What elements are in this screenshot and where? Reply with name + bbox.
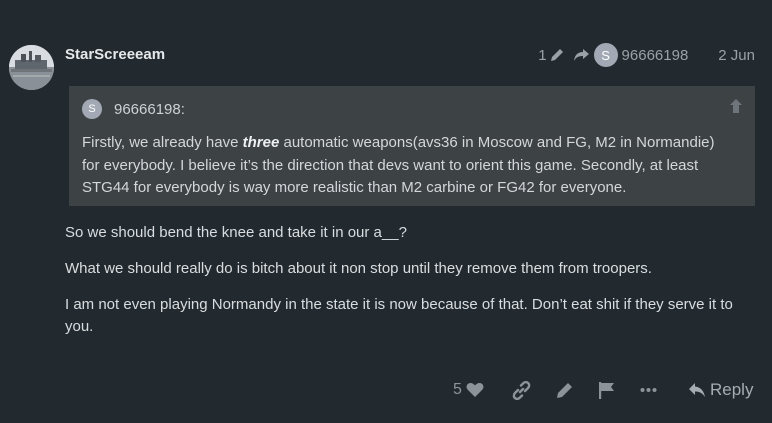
pencil-icon bbox=[555, 381, 574, 400]
reply-label: Reply bbox=[710, 380, 754, 399]
link-icon bbox=[512, 380, 531, 400]
post-paragraph: I am not even playing Normandy in the st… bbox=[65, 296, 733, 335]
quote-text: Firstly, we already have three automatic… bbox=[82, 132, 733, 200]
quote-text-start: Firstly, we already have bbox=[82, 134, 243, 151]
share-arrow-icon bbox=[573, 47, 590, 63]
quote-author-avatar: S bbox=[82, 99, 102, 119]
reply-to-avatar: S bbox=[593, 43, 618, 67]
author-avatar[interactable] bbox=[9, 45, 54, 90]
like-count: 5 bbox=[453, 381, 462, 398]
post-actions: 5 Reply bbox=[0, 374, 772, 406]
flag-icon bbox=[598, 381, 615, 400]
post-date[interactable]: 2 Jun bbox=[718, 47, 755, 64]
quote-author: 96666198: bbox=[114, 100, 185, 118]
edit-button[interactable] bbox=[555, 374, 574, 406]
quote-header: S 96666198: bbox=[82, 99, 185, 119]
reply-button[interactable]: Reply bbox=[688, 374, 753, 406]
post-paragraph: So we should bend the knee and take it i… bbox=[65, 224, 407, 241]
pencil-icon bbox=[549, 47, 565, 63]
post-meta: 1 S 96666198 2 Jun bbox=[538, 43, 755, 67]
like-button[interactable]: 5 bbox=[453, 374, 484, 406]
quote-block: S 96666198: Firstly, we already have thr… bbox=[69, 86, 755, 206]
more-button[interactable] bbox=[640, 374, 657, 406]
quote-text-emphasis: three bbox=[242, 134, 280, 151]
post-paragraph: What we should really do is bitch about … bbox=[65, 260, 652, 277]
arrow-up-icon[interactable] bbox=[729, 98, 743, 114]
reply-icon bbox=[688, 382, 706, 398]
author-username[interactable]: StarScreeeam bbox=[65, 46, 165, 63]
reply-to-username: 96666198 bbox=[621, 46, 689, 64]
heart-icon bbox=[466, 382, 484, 398]
ellipsis-icon bbox=[640, 387, 657, 393]
link-button[interactable] bbox=[512, 374, 531, 406]
edit-history-button[interactable]: 1 bbox=[538, 47, 564, 64]
flag-button[interactable] bbox=[598, 374, 615, 406]
edit-count: 1 bbox=[538, 46, 547, 64]
reply-to-link[interactable]: S 96666198 bbox=[573, 43, 689, 67]
